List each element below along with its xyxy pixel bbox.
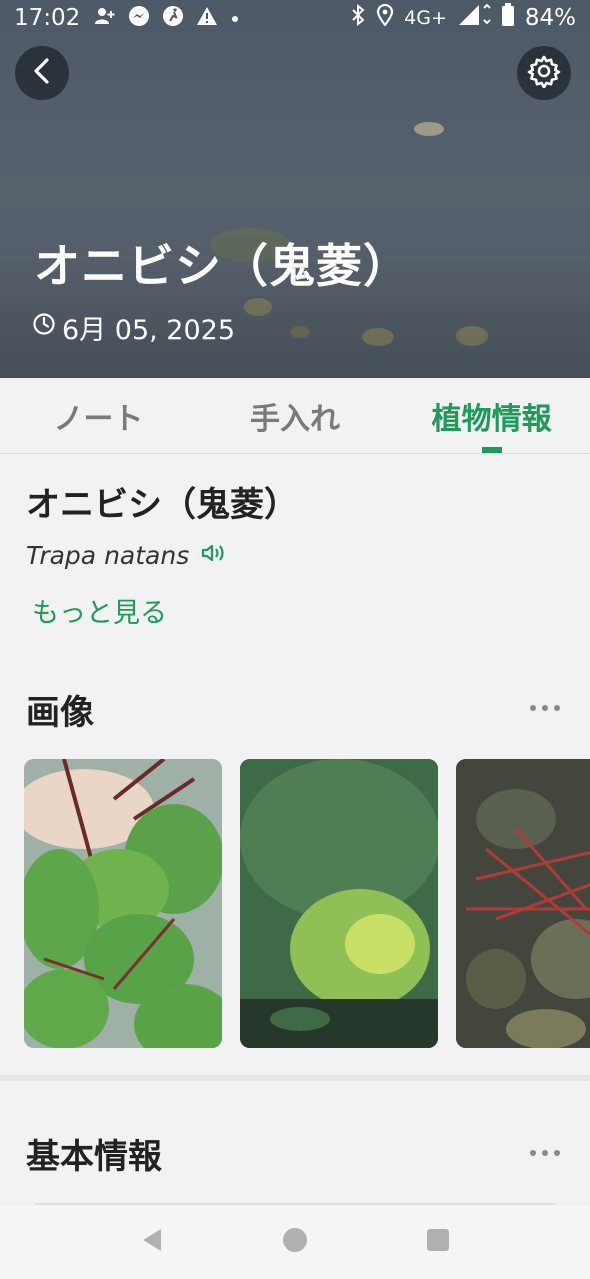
home-circle-icon bbox=[281, 1226, 309, 1258]
system-nav-bar bbox=[0, 1205, 590, 1279]
more-link[interactable]: もっと見る bbox=[32, 591, 167, 630]
person-add-icon bbox=[94, 6, 116, 30]
date-text: 6月 05, 2025 bbox=[62, 315, 235, 346]
notification-icons bbox=[94, 5, 240, 31]
triangle-back-icon bbox=[139, 1226, 165, 1258]
bluetooth-icon bbox=[350, 3, 366, 32]
images-section: 画像 bbox=[0, 655, 590, 1075]
dot-icon bbox=[230, 9, 240, 28]
tab-active-indicator bbox=[481, 447, 502, 453]
basic-info-more-icon[interactable] bbox=[530, 1148, 564, 1158]
scientific-name: Trapa natans bbox=[26, 541, 190, 570]
status-time: 17:02 bbox=[14, 5, 81, 31]
fitness-icon bbox=[162, 5, 184, 31]
signal-icon bbox=[457, 3, 491, 32]
tab-care[interactable]: 手入れ bbox=[197, 378, 394, 453]
settings-button[interactable] bbox=[517, 46, 571, 100]
nav-home-button[interactable] bbox=[265, 1212, 325, 1272]
battery-icon bbox=[501, 3, 515, 33]
plant-summary: オニビシ（鬼菱） Trapa natans もっと見る bbox=[0, 455, 590, 655]
speaker-icon[interactable] bbox=[201, 541, 227, 570]
tab-bar: ノート 手入れ 植物情報 bbox=[0, 378, 590, 454]
back-button[interactable] bbox=[15, 46, 69, 100]
hero-title: オニビシ（鬼菱） bbox=[34, 239, 410, 293]
plant-image-1[interactable] bbox=[24, 759, 222, 1048]
chevron-left-icon bbox=[32, 57, 52, 89]
basic-info-section: 基本情報 bbox=[0, 1081, 590, 1205]
plant-image-3[interactable] bbox=[456, 759, 590, 1048]
hero-leaf bbox=[414, 122, 444, 136]
battery-percent: 84% bbox=[524, 5, 576, 31]
tab-plant-info[interactable]: 植物情報 bbox=[393, 378, 590, 453]
network-type: 4G+ bbox=[404, 7, 447, 29]
plant-image-2[interactable] bbox=[240, 759, 438, 1048]
status-bar: 17:02 4G+ 84% bbox=[0, 0, 590, 36]
tab-label: 植物情報 bbox=[431, 401, 552, 437]
images-section-title: 画像 bbox=[26, 693, 94, 733]
hero-image: 17:02 4G+ 84% オニビシ（鬼菱） 6月 05, 2025 bbox=[0, 0, 590, 378]
nav-back-button[interactable] bbox=[122, 1212, 182, 1272]
nav-recents-button[interactable] bbox=[408, 1212, 468, 1272]
system-icons: 4G+ 84% bbox=[350, 3, 576, 33]
scientific-name-row: Trapa natans bbox=[26, 541, 227, 570]
tab-label: ノート bbox=[53, 401, 144, 437]
images-more-icon[interactable] bbox=[530, 703, 564, 713]
messenger-icon bbox=[128, 5, 150, 31]
recents-square-icon bbox=[425, 1227, 451, 1257]
hero-date: 6月 05, 2025 bbox=[32, 308, 235, 347]
location-icon bbox=[376, 3, 394, 32]
warning-icon bbox=[196, 6, 218, 30]
plant-name: オニビシ（鬼菱） bbox=[26, 485, 298, 525]
basic-info-title: 基本情報 bbox=[26, 1137, 162, 1177]
clock-icon bbox=[32, 312, 56, 343]
tab-label: 手入れ bbox=[250, 401, 340, 437]
gear-icon bbox=[527, 54, 561, 92]
tab-notes[interactable]: ノート bbox=[0, 378, 197, 453]
